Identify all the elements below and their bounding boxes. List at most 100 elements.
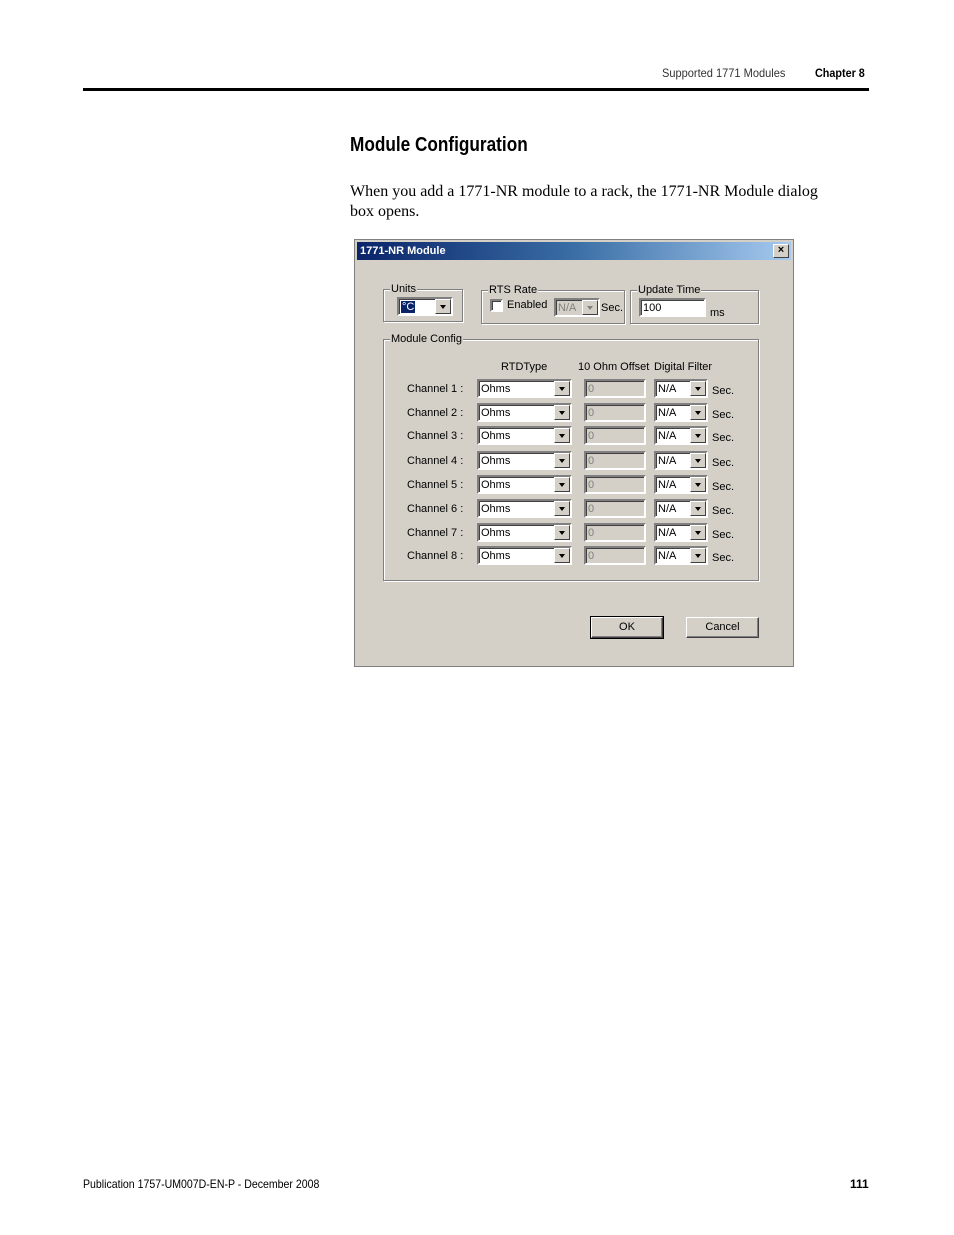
digital-filter-unit: Sec. — [712, 409, 735, 421]
rtd-type-dropdown[interactable]: Ohms — [477, 523, 572, 542]
rtd-type-dropdown[interactable]: Ohms — [477, 475, 572, 494]
digital-filter-value: N/A — [658, 550, 677, 562]
digital-filter-unit: Sec. — [712, 432, 735, 444]
chevron-down-icon[interactable] — [554, 525, 570, 540]
rtd-type-dropdown[interactable]: Ohms — [477, 499, 572, 518]
offset-input[interactable] — [584, 426, 646, 445]
digital-filter-unit: Sec. — [712, 457, 735, 469]
section-title: Module Configuration — [350, 134, 528, 156]
digital-filter-unit: Sec. — [712, 552, 735, 564]
offset-input[interactable] — [584, 451, 646, 470]
offset-input[interactable] — [584, 546, 646, 565]
rtd-type-value: Ohms — [481, 455, 511, 467]
update-time-input[interactable] — [639, 298, 706, 317]
rtd-type-value: Ohms — [481, 407, 511, 419]
chevron-down-icon[interactable] — [690, 428, 706, 443]
channel-label: Channel 8 : — [407, 550, 464, 562]
channel-label: Channel 2 : — [407, 407, 464, 419]
update-time-group: Update Time ms — [630, 284, 759, 324]
digital-filter-value: N/A — [658, 455, 677, 467]
channel-label: Channel 1 : — [407, 383, 464, 395]
offset-input[interactable] — [584, 475, 646, 494]
col-header-offset: 10 Ohm Offset — [578, 361, 650, 373]
offset-input[interactable] — [584, 403, 646, 422]
dialog-title: 1771-NR Module — [360, 245, 446, 257]
rts-enabled-checkbox[interactable] — [490, 299, 503, 312]
digital-filter-dropdown[interactable]: N/A — [654, 403, 708, 422]
offset-field[interactable] — [587, 453, 643, 468]
channel-label: Channel 4 : — [407, 455, 464, 467]
offset-field[interactable] — [587, 501, 643, 516]
channel-label: Channel 7 : — [407, 527, 464, 539]
digital-filter-dropdown[interactable]: N/A — [654, 546, 708, 565]
header-chapter: Chapter 8 — [815, 66, 865, 80]
channel-label: Channel 6 : — [407, 503, 464, 515]
channel-label: Channel 3 : — [407, 430, 464, 442]
units-group: Units °C — [383, 283, 463, 322]
offset-input[interactable] — [584, 523, 646, 542]
rtd-type-value: Ohms — [481, 527, 511, 539]
rts-rate-group: RTS Rate Enabled N/A Sec. — [481, 284, 625, 324]
chevron-down-icon[interactable] — [435, 299, 451, 314]
module-config-group-label: Module Config — [390, 333, 463, 345]
offset-field[interactable] — [587, 428, 643, 443]
rtd-type-dropdown[interactable]: Ohms — [477, 403, 572, 422]
digital-filter-value: N/A — [658, 407, 677, 419]
offset-field[interactable] — [587, 477, 643, 492]
digital-filter-dropdown[interactable]: N/A — [654, 475, 708, 494]
chevron-down-icon[interactable] — [554, 501, 570, 516]
close-button[interactable]: × — [773, 244, 789, 258]
chevron-down-icon[interactable] — [582, 300, 598, 315]
ok-button[interactable]: OK — [590, 616, 664, 639]
update-time-field[interactable] — [642, 300, 703, 315]
digital-filter-dropdown[interactable]: N/A — [654, 523, 708, 542]
digital-filter-dropdown[interactable]: N/A — [654, 379, 708, 398]
digital-filter-unit: Sec. — [712, 481, 735, 493]
rtd-type-dropdown[interactable]: Ohms — [477, 546, 572, 565]
chevron-down-icon[interactable] — [690, 501, 706, 516]
update-time-group-label: Update Time — [637, 284, 702, 296]
digital-filter-value: N/A — [658, 383, 677, 395]
digital-filter-unit: Sec. — [712, 529, 735, 541]
chevron-down-icon[interactable] — [554, 453, 570, 468]
chevron-down-icon[interactable] — [554, 381, 570, 396]
dialog-titlebar: 1771-NR Module × — [357, 242, 791, 260]
chevron-down-icon[interactable] — [554, 548, 570, 563]
cancel-button[interactable]: Cancel — [686, 617, 759, 638]
body-paragraph: When you add a 1771-NR module to a rack,… — [350, 183, 818, 220]
chevron-down-icon[interactable] — [554, 405, 570, 420]
offset-input[interactable] — [584, 379, 646, 398]
close-icon: × — [777, 244, 785, 256]
offset-field[interactable] — [587, 525, 643, 540]
units-dropdown[interactable]: °C — [397, 297, 453, 316]
units-group-label: Units — [390, 283, 418, 295]
chevron-down-icon[interactable] — [690, 525, 706, 540]
digital-filter-unit: Sec. — [712, 385, 735, 397]
offset-field[interactable] — [587, 381, 643, 396]
header-section-title: Supported 1771 Modules — [662, 66, 786, 80]
rts-rate-dropdown[interactable]: N/A — [554, 298, 600, 317]
module-config-group: Module Config RTDType 10 Ohm Offset Digi… — [383, 333, 759, 581]
rts-rate-unit: Sec. — [601, 302, 624, 314]
header-rule — [83, 88, 869, 91]
offset-input[interactable] — [584, 499, 646, 518]
chevron-down-icon[interactable] — [554, 428, 570, 443]
chevron-down-icon[interactable] — [690, 477, 706, 492]
digital-filter-value: N/A — [658, 527, 677, 539]
rts-rate-group-label: RTS Rate — [488, 284, 539, 296]
chevron-down-icon[interactable] — [690, 405, 706, 420]
digital-filter-dropdown[interactable]: N/A — [654, 499, 708, 518]
digital-filter-dropdown[interactable]: N/A — [654, 426, 708, 445]
chevron-down-icon[interactable] — [554, 477, 570, 492]
chevron-down-icon[interactable] — [690, 548, 706, 563]
rtd-type-dropdown[interactable]: Ohms — [477, 451, 572, 470]
chevron-down-icon[interactable] — [690, 453, 706, 468]
digital-filter-dropdown[interactable]: N/A — [654, 451, 708, 470]
col-header-rtd-type: RTDType — [501, 361, 548, 373]
rtd-type-value: Ohms — [481, 430, 511, 442]
offset-field[interactable] — [587, 405, 643, 420]
offset-field[interactable] — [587, 548, 643, 563]
chevron-down-icon[interactable] — [690, 381, 706, 396]
rtd-type-dropdown[interactable]: Ohms — [477, 379, 572, 398]
rtd-type-dropdown[interactable]: Ohms — [477, 426, 572, 445]
